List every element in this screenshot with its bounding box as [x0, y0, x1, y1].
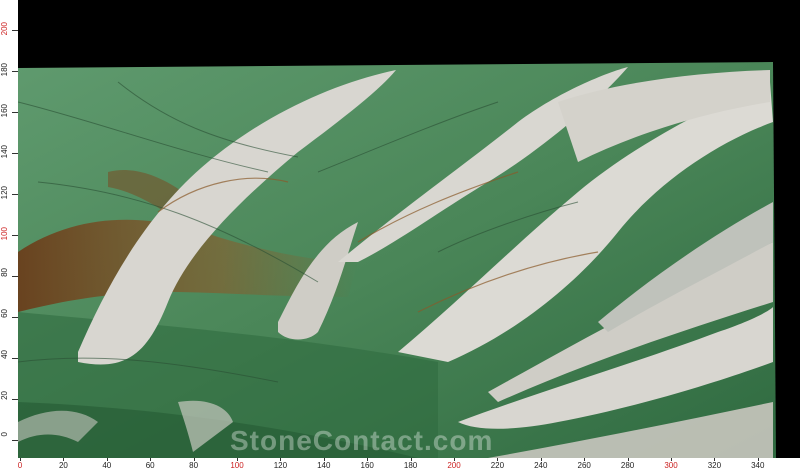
ruler-bottom-tick — [497, 458, 499, 461]
ruler-left-tick — [12, 112, 18, 113]
ruler-left-label: 180 — [0, 63, 9, 77]
ruler-left-tick — [12, 440, 18, 441]
ruler-bottom-label: 240 — [534, 461, 548, 470]
ruler-bottom-label: 180 — [403, 461, 418, 470]
ruler-left-label: 120 — [0, 186, 9, 200]
ruler-left-label: 80 — [0, 268, 9, 277]
ruler-bottom-tick — [671, 458, 672, 461]
ruler-left-label: 20 — [0, 391, 9, 400]
ruler-left-label: 160 — [0, 104, 9, 118]
ruler-bottom-label: 120 — [273, 461, 288, 470]
ruler-left-tick — [12, 235, 18, 236]
ruler-bottom-tick — [280, 458, 282, 461]
ruler-bottom-tick — [323, 458, 325, 461]
ruler-bottom-tick — [627, 458, 629, 461]
ruler-left-tick — [12, 194, 18, 195]
ruler-bottom-tick — [454, 458, 455, 461]
ruler-bottom-label: 80 — [189, 461, 199, 470]
ruler-bottom-label: 320 — [707, 461, 722, 470]
ruler-bottom-tick — [757, 458, 759, 461]
ruler-left-tick — [12, 30, 18, 31]
ruler-bottom-label: 100 — [230, 461, 244, 470]
ruler-bottom-tick — [193, 458, 195, 461]
ruler-bottom-label: 40 — [102, 461, 112, 470]
ruler-left-label: 60 — [0, 309, 9, 318]
marble-slab-photo — [18, 62, 800, 458]
ruler-bottom-label: 60 — [145, 461, 155, 470]
ruler-bottom-tick — [20, 458, 21, 461]
ruler-bottom-label: 20 — [58, 461, 68, 470]
ruler-bottom-label: 280 — [620, 461, 635, 470]
ruler-bottom-tick — [106, 458, 108, 461]
ruler-bottom-tick — [410, 458, 412, 461]
ruler-bottom-tick — [367, 458, 369, 461]
watermark-text: StoneContact.com — [230, 425, 494, 456]
ruler-left-label: 100 — [0, 227, 9, 241]
ruler-bottom-label: 220 — [490, 461, 505, 470]
ruler-bottom: 0 20 40 60 80 100 120 140 160 180 200 220 240 260 280 3… — [0, 458, 800, 472]
marble-slab-image — [18, 62, 776, 458]
ruler-left-tick — [12, 71, 18, 72]
ruler-bottom-label: 160 — [360, 461, 374, 470]
ruler-left-tick — [12, 317, 18, 318]
ruler-bottom-label: 260 — [577, 461, 591, 470]
ruler-bottom-tick — [150, 458, 152, 461]
ruler-bottom-tick — [63, 458, 65, 461]
ruler-bottom-tick — [714, 458, 716, 461]
ruler-left-tick — [12, 358, 18, 359]
ruler-left-tick — [12, 153, 18, 154]
ruler-bottom-tick — [540, 458, 542, 461]
ruler-left: 200 180 160 140 120 100 80 60 40 20 0 — [0, 0, 18, 458]
ruler-left-label: 0 — [0, 432, 9, 437]
ruler-left-label: 40 — [0, 350, 9, 359]
ruler-bottom-label: 340 — [751, 461, 765, 470]
ruler-left-label: 200 — [0, 22, 9, 36]
top-black-band — [0, 0, 800, 62]
ruler-bottom-label: 0 — [17, 461, 23, 470]
ruler-bottom-label: 300 — [664, 461, 678, 470]
ruler-bottom-label: 140 — [317, 461, 331, 470]
ruler-bottom-label: 200 — [447, 461, 461, 470]
ruler-left-tick — [12, 399, 18, 400]
ruler-bottom-tick — [237, 458, 238, 461]
ruler-left-tick — [12, 276, 18, 277]
ruler-bottom-tick — [584, 458, 586, 461]
ruler-left-label: 140 — [0, 145, 9, 159]
